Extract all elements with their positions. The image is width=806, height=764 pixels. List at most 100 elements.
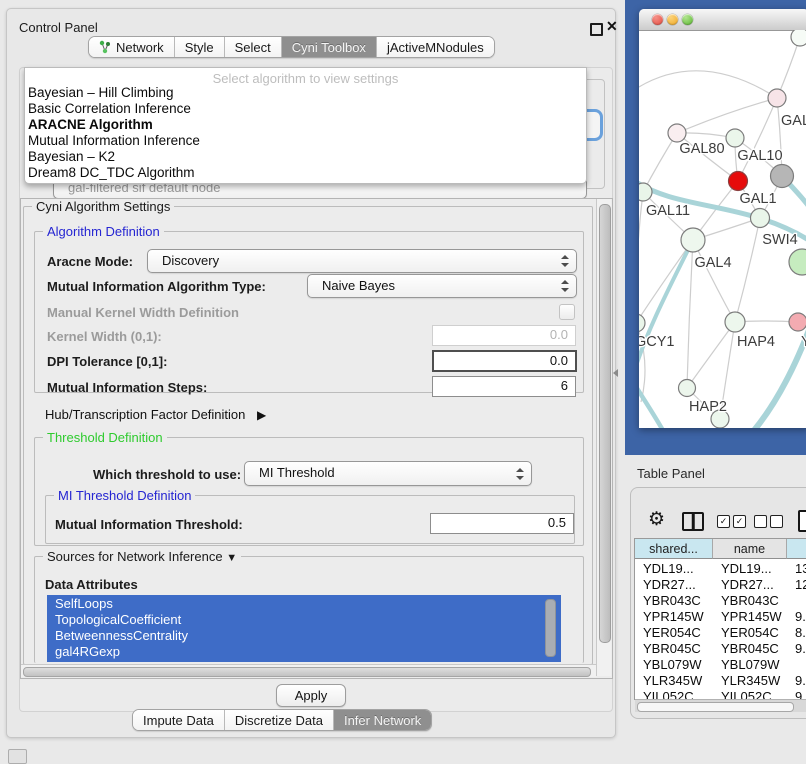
tab-network[interactable]: Network: [89, 37, 175, 57]
table-cell[interactable]: [787, 593, 806, 609]
node-label: GAL80: [679, 141, 724, 157]
table-cell[interactable]: YPR145W: [713, 609, 789, 625]
float-window-icon[interactable]: [590, 23, 603, 36]
gear-icon[interactable]: ⚙: [648, 508, 665, 531]
horizontal-scrollbar[interactable]: [21, 664, 596, 677]
show-selected-columns-icon[interactable]: ✓✓: [717, 515, 746, 528]
table-cell[interactable]: YBR045C: [635, 641, 715, 657]
close-traffic-light[interactable]: [652, 14, 663, 25]
network-node-gal11[interactable]: [639, 183, 652, 201]
tab-style[interactable]: Style: [175, 37, 225, 57]
table-cell[interactable]: YBR045C: [713, 641, 789, 657]
hub-expander[interactable]: Hub/Transcription Factor Definition ▶: [45, 407, 266, 422]
table-cell[interactable]: YLR345W: [713, 673, 789, 689]
table-cell[interactable]: YDR27...: [635, 577, 715, 593]
list-scrollbar-thumb[interactable]: [545, 599, 556, 657]
network-node-hap4[interactable]: [725, 312, 745, 332]
network-node-gal80[interactable]: [668, 124, 686, 142]
network-node-gray[interactable]: [771, 165, 794, 188]
table-cell[interactable]: YDL19...: [635, 561, 715, 577]
manual-kernel-label: Manual Kernel Width Definition: [47, 305, 239, 320]
table-cell[interactable]: YER054C: [713, 625, 789, 641]
table-horizontal-scrollbar-thumb[interactable]: [637, 702, 794, 712]
vertical-scrollbar[interactable]: [596, 199, 611, 676]
tab-discretize-data[interactable]: Discretize Data: [225, 710, 334, 730]
table-cell[interactable]: YDR27...: [713, 577, 789, 593]
network-node-gal1-selected[interactable]: [729, 172, 748, 191]
tab-impute-data[interactable]: Impute Data: [133, 710, 225, 730]
network-node-gal4[interactable]: [681, 228, 705, 252]
table-cell[interactable]: 13: [787, 561, 806, 577]
network-node-gal10[interactable]: [726, 129, 744, 147]
attribute-item-selected[interactable]: SelfLoops: [55, 596, 113, 611]
kernel-width-field[interactable]: 0.0: [432, 325, 576, 346]
table-cell[interactable]: YBL079W: [713, 657, 789, 673]
minimize-traffic-light[interactable]: [667, 14, 678, 25]
table-cell[interactable]: YBL079W: [635, 657, 715, 673]
dropdown-item[interactable]: Bayesian – K2: [28, 149, 115, 164]
table-cell[interactable]: YDL19...: [713, 561, 789, 577]
dropdown-item-highlighted[interactable]: ARACNE Algorithm: [28, 117, 153, 132]
attribute-item-selected[interactable]: BetweennessCentrality: [55, 628, 188, 643]
network-window: GAL GAL80 GAL10 GAL1 SWI4 GAL11 GAL4 GCY…: [639, 9, 806, 428]
network-node-hap2[interactable]: [679, 380, 696, 397]
horizontal-scrollbar-thumb[interactable]: [23, 667, 591, 677]
vertical-scrollbar-thumb[interactable]: [599, 204, 611, 643]
dropdown-item[interactable]: Bayesian – Hill Climbing: [28, 85, 174, 100]
network-node-swi4[interactable]: [751, 209, 770, 228]
table-cell[interactable]: YBR043C: [713, 593, 789, 609]
column-layout-icon[interactable]: [682, 512, 704, 531]
network-node-gal[interactable]: [768, 89, 786, 107]
control-panel-window: Control Panel ✕ Network Style Select Cyn…: [6, 8, 616, 738]
network-node[interactable]: [791, 30, 806, 46]
which-threshold-value: MI Threshold: [259, 465, 335, 480]
node-label: GAL11: [646, 203, 690, 219]
dropdown-item[interactable]: Dream8 DC_TDC Algorithm: [28, 165, 195, 180]
mi-threshold-field[interactable]: 0.5: [430, 513, 574, 534]
zoom-traffic-light[interactable]: [682, 14, 693, 25]
table-cell[interactable]: 8.: [787, 625, 806, 641]
table-cell[interactable]: [787, 657, 806, 673]
network-canvas[interactable]: GAL GAL80 GAL10 GAL1 SWI4 GAL11 GAL4 GCY…: [639, 30, 806, 428]
column-header-name[interactable]: name: [713, 539, 787, 559]
hide-columns-icon[interactable]: [754, 515, 783, 528]
table-cell[interactable]: YLR345W: [635, 673, 715, 689]
column-header-clipped[interactable]: [787, 539, 806, 559]
which-threshold-label: Which threshold to use:: [93, 467, 241, 482]
attribute-item-selected[interactable]: gal4RGexp: [55, 644, 120, 659]
apply-button[interactable]: Apply: [276, 684, 346, 707]
table-cell[interactable]: 12: [787, 577, 806, 593]
attribute-item-selected[interactable]: TopologicalCoefficient: [55, 612, 181, 627]
tab-select[interactable]: Select: [225, 37, 282, 57]
aracne-mode-combo[interactable]: Discovery: [147, 249, 577, 273]
tab-infer-network[interactable]: Infer Network: [334, 710, 431, 730]
table-horizontal-scrollbar[interactable]: [635, 699, 806, 712]
dropdown-item[interactable]: Mutual Information Inference: [28, 133, 200, 148]
dpi-tolerance-field[interactable]: 0.0: [432, 350, 577, 372]
data-attributes-list[interactable]: SelfLoops TopologicalCoefficient Between…: [47, 595, 561, 662]
column-header-shared-name[interactable]: shared...: [635, 539, 713, 559]
network-node-gcy1[interactable]: [639, 314, 645, 332]
table-cell[interactable]: 9.: [787, 673, 806, 689]
mi-type-combo[interactable]: Naive Bayes: [307, 274, 577, 298]
close-icon[interactable]: ✕: [606, 18, 618, 35]
dropdown-item[interactable]: Basic Correlation Inference: [28, 101, 191, 116]
manual-kernel-checkbox[interactable]: [559, 304, 575, 320]
tab-jactivemnodules[interactable]: jActiveMNodules: [377, 37, 494, 57]
table-cell[interactable]: 9.: [787, 609, 806, 625]
network-node-pink[interactable]: [789, 313, 806, 331]
table-cell[interactable]: 9.: [787, 641, 806, 657]
mi-steps-field[interactable]: 6: [432, 376, 576, 397]
combo-spinner-icon: [516, 468, 524, 480]
new-table-icon[interactable]: [798, 510, 806, 532]
table-cell[interactable]: YER054C: [635, 625, 715, 641]
table-cell[interactable]: YBR043C: [635, 593, 715, 609]
network-window-titlebar[interactable]: [639, 9, 806, 31]
tab-cyni-toolbox[interactable]: Cyni Toolbox: [282, 37, 377, 57]
network-node-green[interactable]: [789, 249, 806, 275]
group-title: Cyni Algorithm Settings: [32, 199, 174, 214]
node-table: shared... name YDL19... YDL19... 13 YDR2…: [634, 538, 806, 700]
which-threshold-combo[interactable]: MI Threshold: [244, 461, 532, 486]
panel-collapse-arrow[interactable]: [613, 369, 618, 377]
table-cell[interactable]: YPR145W: [635, 609, 715, 625]
